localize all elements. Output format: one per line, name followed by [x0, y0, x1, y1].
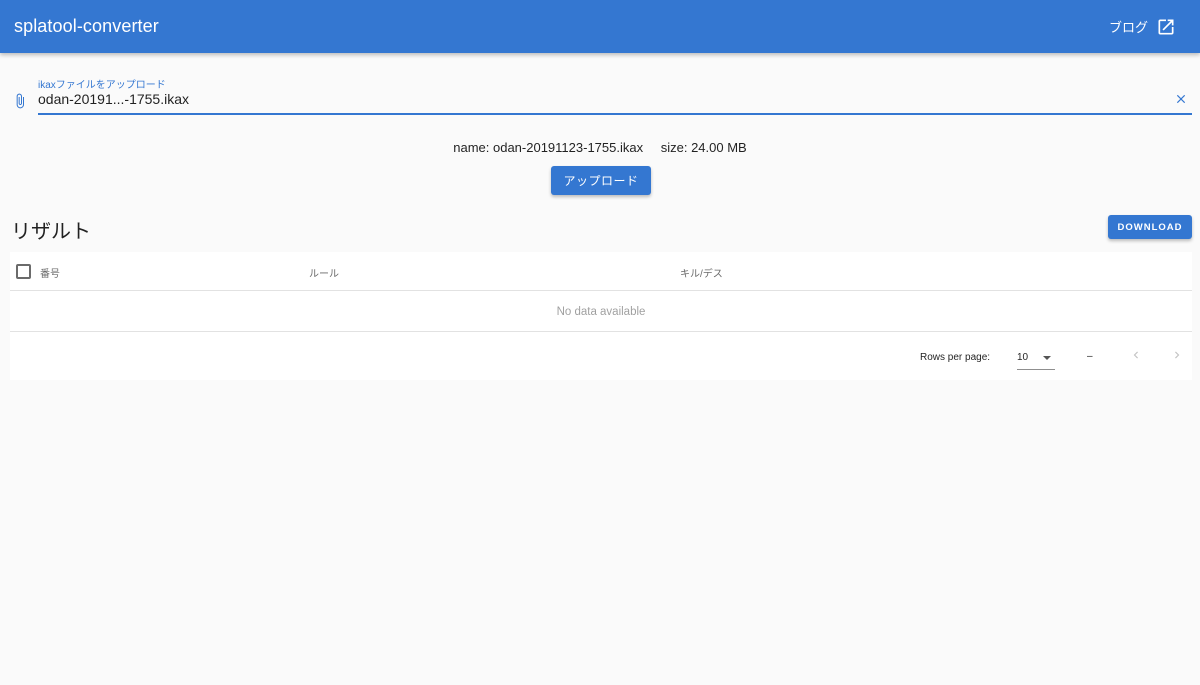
download-button[interactable]: DOWNLOAD: [1108, 215, 1192, 239]
file-field-underline: [38, 113, 1192, 115]
page-range-text: –: [1087, 351, 1093, 362]
file-upload-field[interactable]: ikaxファイルをアップロード odan-20191...-1755.ikax: [10, 76, 1192, 116]
blog-link[interactable]: ブログ: [1109, 17, 1176, 37]
table-footer: Rows per page: 10 –: [10, 333, 1192, 380]
rows-per-page-value: 10: [1017, 352, 1029, 363]
column-header-rule[interactable]: ルール: [309, 265, 339, 280]
column-header-kill-death[interactable]: キル/デス: [680, 265, 723, 280]
app-title: splatool-converter: [14, 16, 159, 36]
paperclip-icon[interactable]: [12, 90, 28, 112]
results-table: 番号 ルール キル/デス No data available Rows per …: [10, 252, 1192, 380]
open-in-new-icon: [1158, 19, 1174, 34]
no-data-message: No data available: [10, 292, 1192, 332]
rows-per-page-select[interactable]: 10: [1017, 344, 1055, 370]
file-size-text: size: 24.00 MB: [660, 140, 747, 155]
chevron-left-icon[interactable]: [1129, 348, 1143, 362]
results-title: リザルト: [11, 221, 91, 243]
file-field-label: ikaxファイルをアップロード: [38, 80, 166, 91]
blog-link-label: ブログ: [1108, 20, 1148, 35]
file-name-text: name: odan-20191123-1755.ikax: [453, 140, 644, 155]
chevron-right-icon[interactable]: [1170, 348, 1184, 362]
file-info: name: odan-20191123-1755.ikax size: 24.0…: [0, 140, 1200, 155]
table-header: 番号 ルール キル/デス: [10, 252, 1192, 291]
rows-per-page-label: Rows per page:: [920, 352, 991, 363]
caret-down-icon: [1043, 356, 1051, 360]
app-bar: splatool-converter ブログ: [0, 0, 1200, 53]
close-icon[interactable]: [1174, 92, 1188, 106]
file-field-value[interactable]: odan-20191...-1755.ikax: [38, 91, 189, 107]
column-header-number[interactable]: 番号: [40, 265, 60, 280]
upload-button[interactable]: アップロード: [551, 166, 651, 195]
select-all-checkbox[interactable]: [16, 264, 31, 279]
